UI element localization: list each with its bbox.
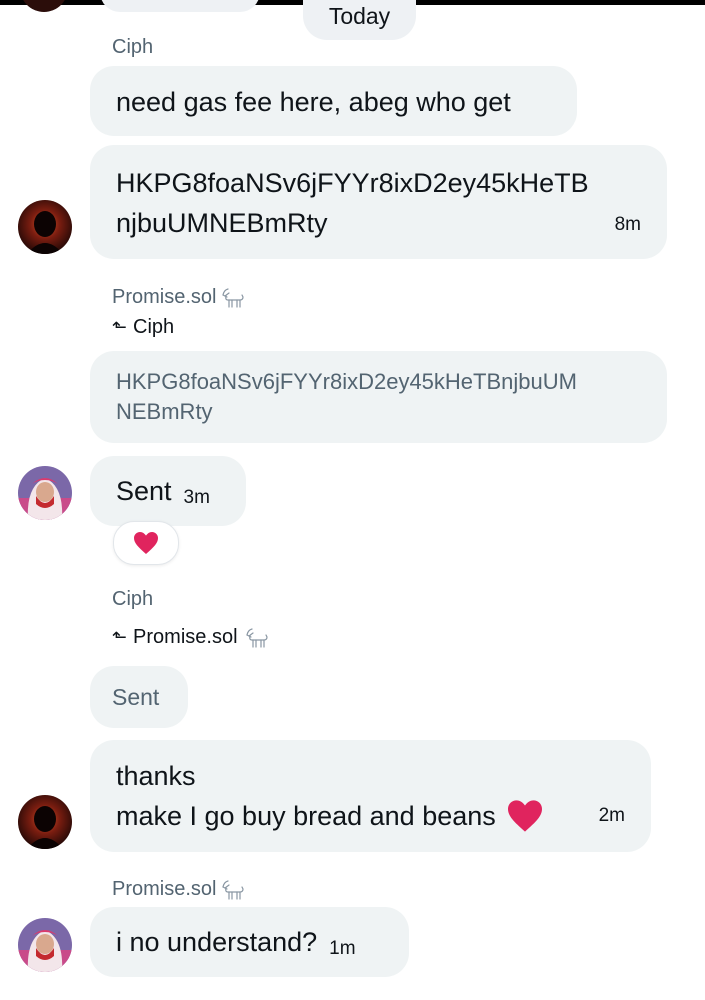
reply-to-name: Ciph xyxy=(133,316,175,338)
message-bubble[interactable]: thanks make I go buy bread and beans 2m xyxy=(90,740,651,852)
message-text-line: make I go buy bread and beans xyxy=(116,796,625,836)
reply-arrow-icon: ⬑ xyxy=(112,317,128,337)
quoted-text: Sent xyxy=(112,684,160,710)
message-time: 1m xyxy=(329,938,356,959)
avatar[interactable] xyxy=(18,795,72,849)
avatar-image xyxy=(18,466,72,520)
quoted-message[interactable]: HKPG8foaNSv6jFYYr8ixD2ey45kHeTBnjbuUM NE… xyxy=(90,351,667,443)
goat-icon xyxy=(245,628,268,648)
sender-name: Promise.sol xyxy=(112,284,246,310)
message-bubble[interactable]: HKPG8foaNSv6jFYYr8ixD2ey45kHeTB njbuUMNE… xyxy=(90,145,667,259)
heart-icon xyxy=(134,532,158,554)
reaction-badge[interactable] xyxy=(113,521,179,565)
avatar-image xyxy=(18,200,72,254)
reply-to-name: Promise.sol xyxy=(133,625,238,648)
quoted-text-line: HKPG8foaNSv6jFYYr8ixD2ey45kHeTBnjbuUM xyxy=(116,369,577,394)
message-text-line: njbuUMNEBmRty xyxy=(116,208,328,238)
message-text: Sent xyxy=(116,476,172,506)
date-divider: Today xyxy=(303,0,416,40)
heart-icon xyxy=(507,800,542,832)
sender-name: Ciph xyxy=(112,588,153,611)
goat-icon xyxy=(222,880,245,900)
message-text-line: thanks xyxy=(116,761,196,791)
message-text: need gas fee here, abeg who get xyxy=(116,87,511,117)
previous-avatar-fragment xyxy=(20,0,68,12)
message-bubble[interactable]: i no understand? 1m xyxy=(90,907,409,977)
sender-name-text: Promise.sol xyxy=(112,877,217,900)
goat-icon xyxy=(222,288,245,308)
quoted-text-line: NEBmRty xyxy=(116,399,213,424)
reply-to-indicator[interactable]: ⬑ Promise.sol xyxy=(112,624,270,650)
sender-name: Promise.sol xyxy=(112,876,246,902)
message-text: i no understand? xyxy=(116,927,318,957)
message-time: 3m xyxy=(183,487,210,508)
avatar[interactable] xyxy=(18,466,72,520)
message-bubble[interactable]: Sent 3m xyxy=(90,456,246,526)
sender-name-text: Ciph xyxy=(112,588,154,610)
avatar-image xyxy=(18,918,72,972)
quoted-message[interactable]: Sent xyxy=(90,666,188,728)
reply-arrow-icon: ⬑ xyxy=(112,626,128,647)
sender-name: Ciph xyxy=(112,36,153,59)
message-text-line: HKPG8foaNSv6jFYYr8ixD2ey45kHeTB xyxy=(116,168,589,198)
avatar[interactable] xyxy=(18,200,72,254)
message-bubble[interactable]: need gas fee here, abeg who get xyxy=(90,66,577,136)
sender-name-text: Ciph xyxy=(112,36,154,58)
message-time: 2m xyxy=(598,805,625,826)
message-text: make I go buy bread and beans xyxy=(116,801,496,831)
avatar[interactable] xyxy=(18,918,72,972)
reply-to-indicator[interactable]: ⬑ Ciph xyxy=(112,316,174,339)
sender-name-text: Promise.sol xyxy=(112,285,217,308)
message-time: 8m xyxy=(614,214,641,235)
avatar-image xyxy=(18,795,72,849)
previous-message-bubble-fragment xyxy=(100,0,260,12)
